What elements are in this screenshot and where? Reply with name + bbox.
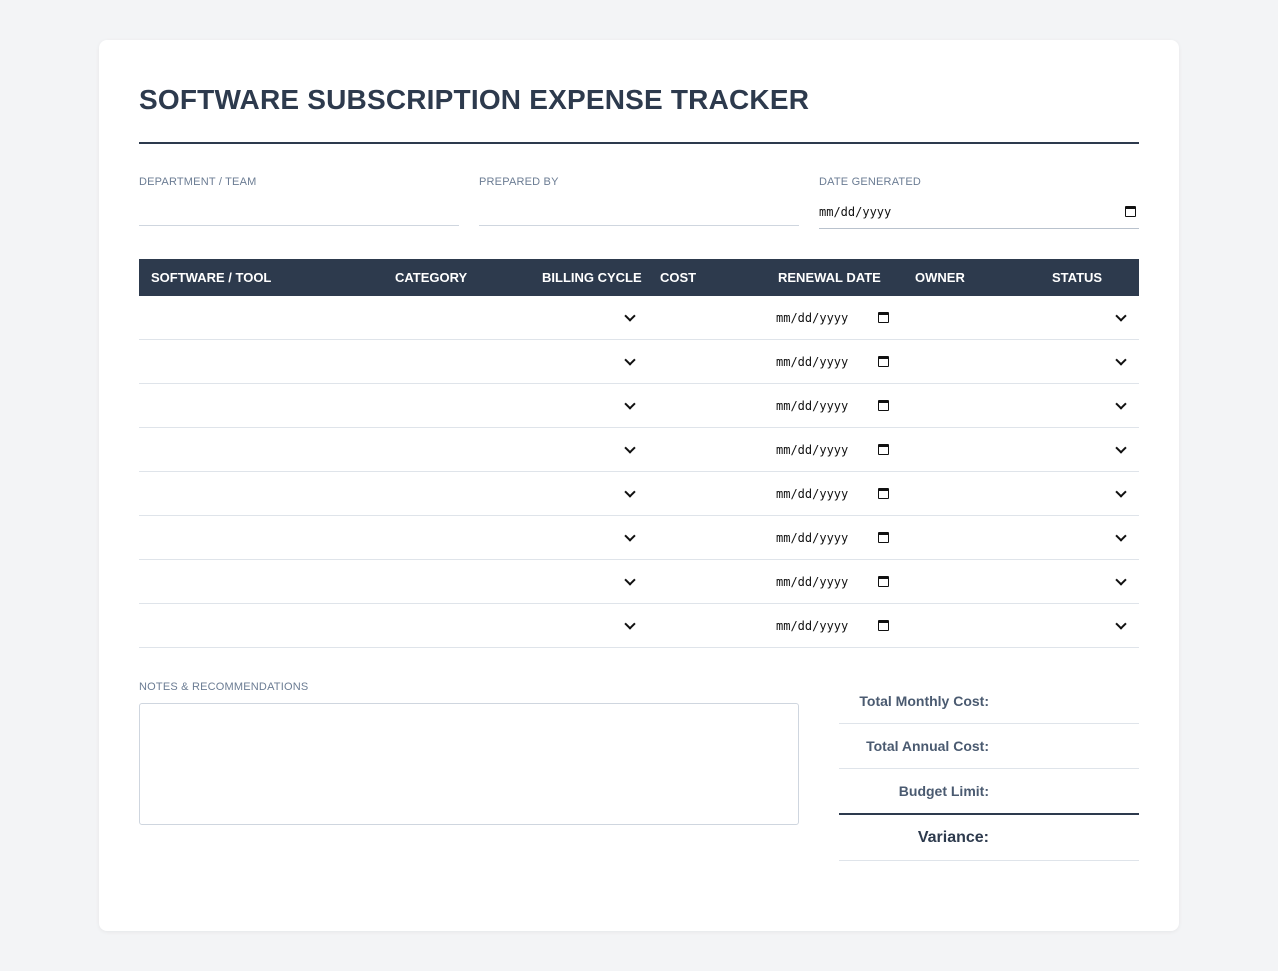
renewal-date-value: mm/dd/yyyy <box>776 443 849 457</box>
renewal-date-value: mm/dd/yyyy <box>776 399 849 413</box>
department-field-group: DEPARTMENT / TEAM <box>139 176 459 226</box>
total-monthly-row: Total Monthly Cost: <box>839 679 1139 724</box>
calendar-icon[interactable] <box>878 488 889 499</box>
table-row: mm/dd/yyyy <box>139 560 1139 604</box>
notes-textarea[interactable] <box>139 703 799 825</box>
table-row: mm/dd/yyyy <box>139 428 1139 472</box>
owner-cell[interactable] <box>907 604 1037 647</box>
cost-cell[interactable] <box>649 428 767 471</box>
total-annual-label: Total Annual Cost: <box>866 738 989 754</box>
cost-cell[interactable] <box>649 384 767 427</box>
variance-label: Variance: <box>917 829 989 846</box>
calendar-icon[interactable] <box>878 400 889 411</box>
owner-cell[interactable] <box>907 296 1037 339</box>
variance-row: Variance: <box>839 813 1139 861</box>
cost-cell[interactable] <box>649 516 767 559</box>
cost-cell[interactable] <box>649 560 767 603</box>
table-row: mm/dd/yyyy <box>139 472 1139 516</box>
table-row: mm/dd/yyyy <box>139 516 1139 560</box>
category-cell[interactable] <box>385 296 529 339</box>
calendar-icon[interactable] <box>878 444 889 455</box>
owner-cell[interactable] <box>907 472 1037 515</box>
date-generated-input[interactable]: mm/dd/yyyy <box>819 200 1139 229</box>
cost-cell[interactable] <box>649 340 767 383</box>
software-cell[interactable] <box>139 516 383 559</box>
date-generated-value: mm/dd/yyyy <box>819 205 892 219</box>
renewal-date-input[interactable]: mm/dd/yyyy <box>776 560 894 603</box>
category-cell[interactable] <box>385 384 529 427</box>
renewal-date-input[interactable]: mm/dd/yyyy <box>776 340 894 383</box>
software-cell[interactable] <box>139 604 383 647</box>
renewal-date-value: mm/dd/yyyy <box>776 619 849 633</box>
renewal-date-value: mm/dd/yyyy <box>776 487 849 501</box>
category-cell[interactable] <box>385 516 529 559</box>
owner-cell[interactable] <box>907 428 1037 471</box>
calendar-icon[interactable] <box>878 312 889 323</box>
category-cell[interactable] <box>385 560 529 603</box>
table-row: mm/dd/yyyy <box>139 296 1139 340</box>
column-header-billing-cycle: BILLING CYCLE <box>542 270 642 285</box>
total-annual-row: Total Annual Cost: <box>839 724 1139 769</box>
budget-limit-label: Budget Limit: <box>898 783 989 799</box>
page-title: SOFTWARE SUBSCRIPTION EXPENSE TRACKER <box>139 84 810 115</box>
prepared-by-input[interactable] <box>479 200 799 226</box>
calendar-icon[interactable] <box>1125 206 1136 217</box>
software-cell[interactable] <box>139 472 383 515</box>
table-row: mm/dd/yyyy <box>139 340 1139 384</box>
owner-cell[interactable] <box>907 560 1037 603</box>
table-header: SOFTWARE / TOOL CATEGORY BILLING CYCLE C… <box>139 259 1139 296</box>
software-cell[interactable] <box>139 296 383 339</box>
renewal-date-input[interactable]: mm/dd/yyyy <box>776 604 894 647</box>
budget-limit-row: Budget Limit: <box>839 769 1139 813</box>
renewal-date-input[interactable]: mm/dd/yyyy <box>776 428 894 471</box>
renewal-date-value: mm/dd/yyyy <box>776 575 849 589</box>
renewal-date-input[interactable]: mm/dd/yyyy <box>776 384 894 427</box>
table-row: mm/dd/yyyy <box>139 604 1139 648</box>
column-header-owner: OWNER <box>915 270 965 285</box>
cost-cell[interactable] <box>649 604 767 647</box>
cost-cell[interactable] <box>649 472 767 515</box>
column-header-software: SOFTWARE / TOOL <box>151 270 272 285</box>
category-cell[interactable] <box>385 428 529 471</box>
date-generated-label: DATE GENERATED <box>819 176 922 188</box>
table-row: mm/dd/yyyy <box>139 384 1139 428</box>
category-cell[interactable] <box>385 604 529 647</box>
department-input[interactable] <box>139 200 459 226</box>
calendar-icon[interactable] <box>878 620 889 631</box>
column-header-renewal-date: RENEWAL DATE <box>778 270 881 285</box>
prepared-by-field-group: PREPARED BY <box>479 176 799 226</box>
renewal-date-input[interactable]: mm/dd/yyyy <box>776 296 894 339</box>
software-cell[interactable] <box>139 340 383 383</box>
column-header-status: STATUS <box>1052 270 1103 285</box>
column-header-category: CATEGORY <box>395 270 468 285</box>
subscription-table: SOFTWARE / TOOL CATEGORY BILLING CYCLE C… <box>139 259 1139 648</box>
calendar-icon[interactable] <box>878 576 889 587</box>
category-cell[interactable] <box>385 472 529 515</box>
meta-fields: DEPARTMENT / TEAM PREPARED BY DATE GENER… <box>139 176 1139 232</box>
title-divider <box>139 142 1139 144</box>
department-label: DEPARTMENT / TEAM <box>139 176 257 188</box>
column-header-cost: COST <box>660 270 697 285</box>
software-cell[interactable] <box>139 428 383 471</box>
total-monthly-label: Total Monthly Cost: <box>859 693 989 709</box>
owner-cell[interactable] <box>907 516 1037 559</box>
notes-label: NOTES & RECOMMENDATIONS <box>139 681 309 693</box>
renewal-date-value: mm/dd/yyyy <box>776 355 849 369</box>
renewal-date-input[interactable]: mm/dd/yyyy <box>776 516 894 559</box>
calendar-icon[interactable] <box>878 532 889 543</box>
tracker-card: SOFTWARE SUBSCRIPTION EXPENSE TRACKER DE… <box>99 40 1179 931</box>
cost-cell[interactable] <box>649 296 767 339</box>
software-cell[interactable] <box>139 560 383 603</box>
software-cell[interactable] <box>139 384 383 427</box>
category-cell[interactable] <box>385 340 529 383</box>
prepared-by-label: PREPARED BY <box>479 176 559 188</box>
owner-cell[interactable] <box>907 340 1037 383</box>
owner-cell[interactable] <box>907 384 1037 427</box>
calendar-icon[interactable] <box>878 356 889 367</box>
renewal-date-value: mm/dd/yyyy <box>776 531 849 545</box>
date-generated-field-group: DATE GENERATED mm/dd/yyyy <box>819 176 1139 229</box>
renewal-date-value: mm/dd/yyyy <box>776 311 849 325</box>
table-body: mm/dd/yyyy mm/dd/yyyy mm/dd/yyyy mm/dd/yyyy… <box>139 296 1139 648</box>
renewal-date-input[interactable]: mm/dd/yyyy <box>776 472 894 515</box>
